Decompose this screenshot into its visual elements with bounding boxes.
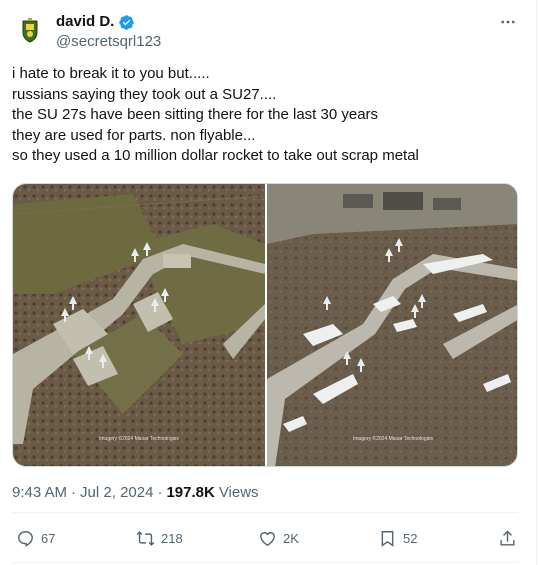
bookmark-count: 52 [403, 530, 418, 546]
share-icon [498, 529, 517, 548]
repost-icon [136, 529, 155, 548]
reply-count: 67 [41, 530, 56, 546]
verified-badge-icon [118, 14, 135, 31]
tweet-date[interactable]: Jul 2, 2024 [80, 484, 153, 502]
bookmark-icon [378, 529, 397, 548]
right-image-caption: Imagery ©2024 Maxar Technologies [353, 435, 434, 442]
divider [12, 512, 518, 513]
divider [12, 562, 518, 563]
more-icon[interactable] [498, 12, 518, 32]
views-label: Views [218, 484, 259, 501]
meta-separator: · [71, 484, 77, 501]
tweet-text-line: they are used for parts. non flyable... [12, 126, 256, 144]
satellite-image-left[interactable] [13, 184, 265, 467]
reply-icon [16, 529, 35, 548]
heart-icon [258, 529, 277, 548]
left-image-caption: Imagery ©2024 Maxar Technologies [99, 435, 180, 442]
share-button[interactable] [498, 520, 517, 556]
like-count: 2K [283, 530, 299, 546]
tweet-media[interactable]: Imagery ©2024 Maxar Technologies Imagery… [12, 183, 518, 467]
tweet-meta: 9:43 AM · Jul 2, 2024 · 197.8K Views [12, 484, 259, 502]
author-avatar[interactable] [12, 12, 48, 48]
tweet-text-line: i hate to break it to you but..... [12, 65, 210, 82]
meta-separator: · [157, 484, 163, 501]
avatar-emblem-icon [12, 12, 48, 48]
repost-button[interactable]: 218 [136, 520, 183, 556]
author-name-row: david D. [56, 13, 135, 31]
author-name[interactable]: david D. [56, 13, 114, 31]
tweet-card: david D. @secretsqrl123 i hate to break … [0, 0, 537, 565]
like-button[interactable]: 2K [258, 520, 299, 556]
satellite-image-right[interactable] [267, 184, 518, 467]
tweet-text: i hate to break it to you but..... russi… [12, 64, 517, 167]
views-count: 197.8K [166, 484, 215, 501]
tweet-actions: 67 218 2K 52 [0, 520, 537, 556]
author-handle[interactable]: @secretsqrl123 [56, 33, 161, 51]
tweet-text-line: russians saying they took out a SU27.... [12, 85, 277, 103]
bookmark-button[interactable]: 52 [378, 520, 417, 556]
repost-count: 218 [161, 530, 183, 546]
tweet-text-line: the SU 27s have been sitting there for t… [12, 106, 379, 123]
tweet-time[interactable]: 9:43 AM [12, 484, 67, 502]
tweet-text-line: so they used a 10 million dollar rocket … [12, 147, 419, 164]
reply-button[interactable]: 67 [16, 520, 55, 556]
